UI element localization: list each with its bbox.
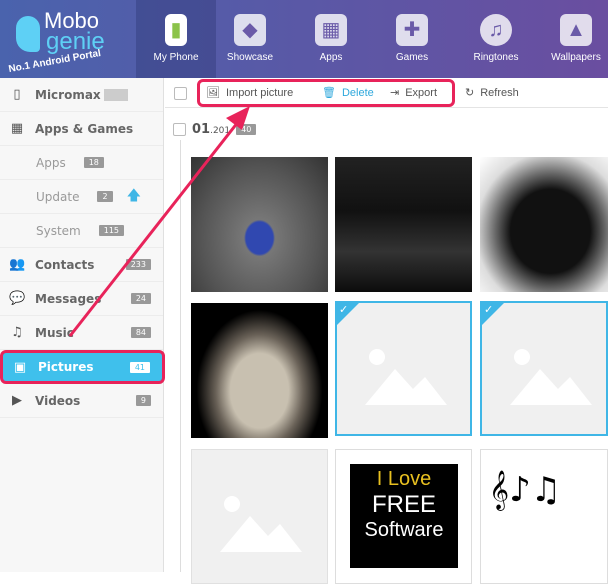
annotation-arrow (68, 106, 250, 337)
